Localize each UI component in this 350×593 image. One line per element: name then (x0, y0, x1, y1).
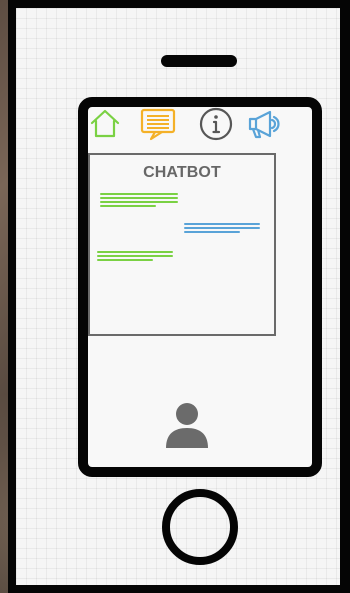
profile-icon[interactable] (162, 401, 212, 449)
speaker-slot (161, 55, 237, 67)
bot-message (184, 223, 260, 233)
message-line (184, 223, 260, 225)
message-line (100, 205, 156, 207)
megaphone-icon[interactable] (245, 106, 281, 142)
message-line (97, 259, 153, 261)
user-message (100, 193, 178, 207)
message-line (184, 231, 240, 233)
info-icon[interactable] (198, 106, 234, 142)
message-line (100, 201, 178, 203)
message-line (97, 255, 173, 257)
chat-icon[interactable] (140, 106, 176, 142)
message-line (100, 193, 178, 195)
chat-panel: CHATBOT (88, 153, 276, 336)
chat-title: CHATBOT (143, 164, 221, 181)
home-button[interactable] (162, 489, 238, 565)
background-scene: CHATBOT (0, 0, 350, 593)
message-line (184, 227, 260, 229)
user-message (97, 251, 173, 261)
message-line (100, 197, 178, 199)
home-icon[interactable] (87, 106, 123, 142)
message-line (97, 251, 173, 253)
